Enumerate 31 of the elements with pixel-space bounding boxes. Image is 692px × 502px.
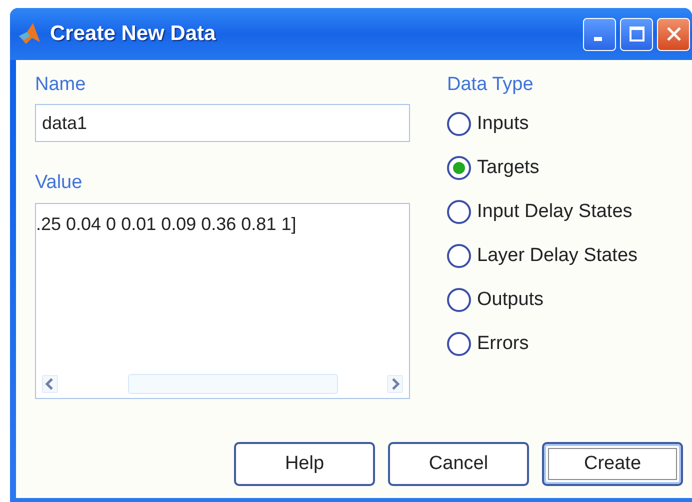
close-icon — [666, 26, 682, 42]
maximize-icon — [628, 26, 644, 42]
maximize-button[interactable] — [620, 18, 653, 50]
dialog-button[interactable]: Create — [542, 442, 683, 486]
option-label[interactable]: Layer Delay States — [477, 245, 638, 267]
value-text-area[interactable]: .25 0.04 0 0.01 0.09 0.36 0.81 1] — [35, 203, 410, 399]
option-label[interactable]: Targets — [477, 157, 540, 179]
radio-button[interactable] — [447, 200, 471, 224]
minimize-button[interactable] — [583, 18, 616, 50]
window-title: Create New Data — [50, 22, 216, 46]
radio-button[interactable] — [447, 112, 471, 136]
value-label: Value — [35, 172, 82, 194]
option-label[interactable]: Inputs — [477, 113, 529, 135]
dialog-button[interactable]: Help — [234, 442, 375, 486]
option-label[interactable]: Outputs — [477, 289, 544, 311]
minimize-icon — [594, 37, 602, 41]
radio-button[interactable] — [447, 288, 471, 312]
radio-button[interactable] — [447, 244, 471, 268]
name-label: Name — [35, 74, 86, 96]
scroll-right-icon[interactable] — [387, 375, 403, 393]
dialog-button[interactable]: Cancel — [388, 442, 529, 486]
close-button[interactable] — [657, 18, 690, 50]
option-label[interactable]: Errors — [477, 333, 529, 355]
scroll-left-icon[interactable] — [42, 375, 58, 393]
radio-button[interactable] — [447, 332, 471, 356]
radio-button[interactable] — [447, 156, 471, 180]
name-field[interactable]: data1 — [35, 104, 410, 142]
scroll-thumb[interactable] — [128, 374, 338, 394]
data-type-label: Data Type — [447, 74, 534, 96]
value-text: .25 0.04 0 0.01 0.09 0.36 0.81 1] — [36, 213, 296, 235]
option-label[interactable]: Input Delay States — [477, 201, 632, 223]
